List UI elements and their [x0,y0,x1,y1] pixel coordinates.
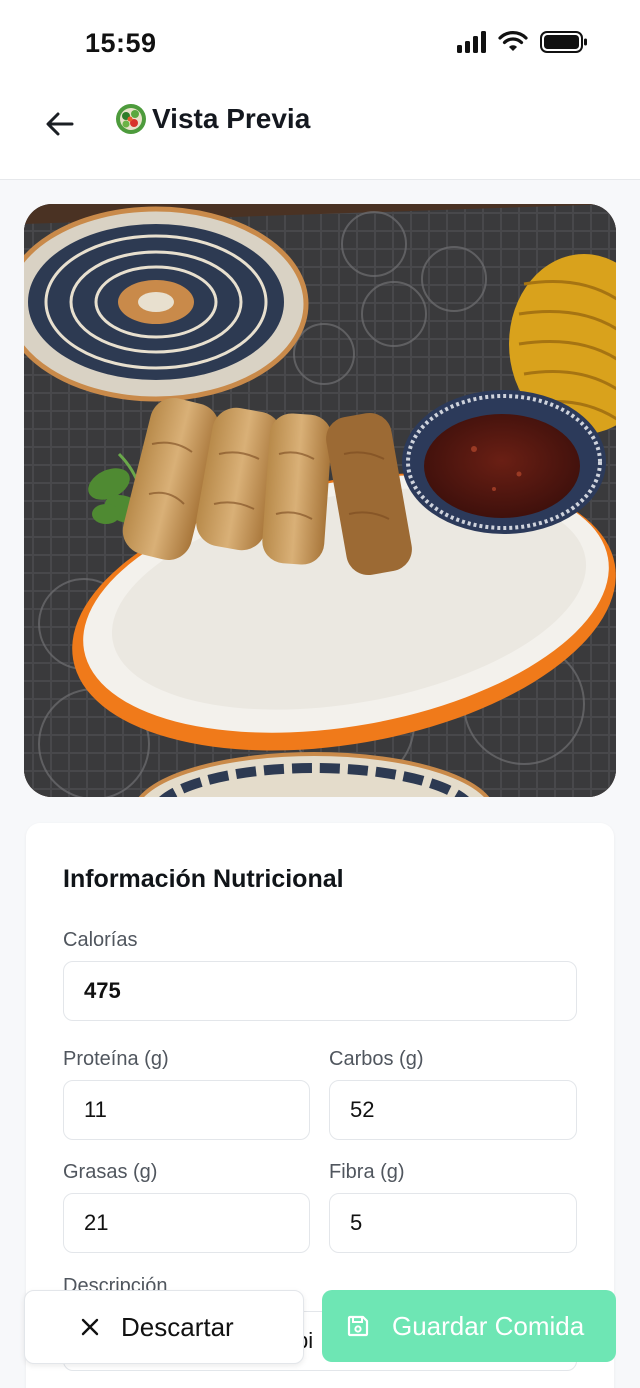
arrow-left-icon [46,112,74,136]
app-header: Vista Previa [0,88,640,180]
meal-photo-image [24,204,616,797]
back-button[interactable] [40,104,80,144]
fiber-input[interactable]: 5 [329,1193,577,1253]
fiber-label: Fibra (g) [329,1161,405,1183]
meal-preview-screen: 15:59 Vista Previa Información Nutricion… [0,0,640,1388]
battery-icon [540,31,587,53]
status-bar: 15:59 [0,0,640,88]
title-group: Vista Previa [114,102,310,136]
protein-label: Proteína (g) [63,1048,169,1070]
carbs-value: 52 [350,1097,375,1122]
calories-value: 475 [84,978,121,1003]
status-time: 15:59 [85,28,157,58]
salad-icon [116,104,146,134]
status-icons [457,30,588,54]
carbs-input[interactable]: 52 [329,1080,577,1140]
protein-input[interactable]: 11 [63,1080,310,1140]
cellular-signal-icon [457,31,486,53]
close-icon [81,1318,99,1336]
fiber-value: 5 [350,1210,363,1235]
save-meal-label: Guardar Comida [392,1310,585,1341]
calories-input[interactable]: 475 [63,961,577,1021]
fat-input[interactable]: 21 [63,1193,310,1253]
discard-label: Descartar [121,1311,234,1342]
carbs-label: Carbos (g) [329,1048,424,1070]
fat-value: 21 [84,1210,109,1235]
wifi-icon [498,31,528,51]
save-meal-button[interactable]: Guardar Comida [322,1290,616,1362]
save-icon [347,1315,369,1337]
discard-button[interactable]: Descartar [24,1290,304,1364]
meal-photo [24,204,616,797]
fat-label: Grasas (g) [63,1161,158,1183]
nutrition-title: Información Nutricional [63,865,344,893]
page-title: Vista Previa [152,103,311,134]
protein-value: 11 [84,1097,107,1122]
calories-label: Calorías [63,929,138,951]
